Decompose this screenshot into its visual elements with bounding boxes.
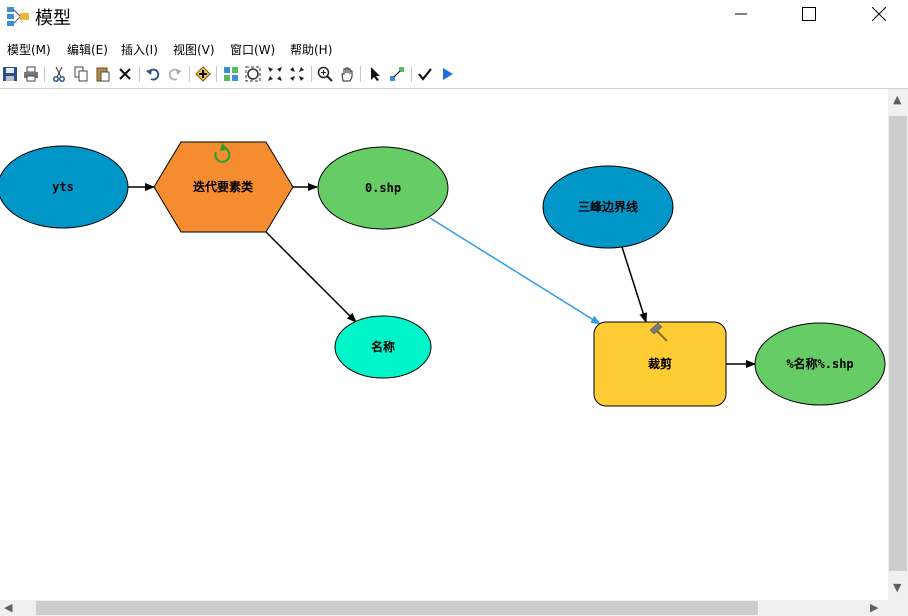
title-bar: 模型: [0, 0, 908, 34]
menu-help[interactable]: 帮助(H): [290, 41, 332, 58]
redo-button[interactable]: [166, 65, 184, 83]
node-name-value[interactable]: 名称: [334, 315, 432, 379]
minimize-icon: [735, 13, 747, 15]
run-icon: [443, 68, 453, 80]
print-button[interactable]: [22, 65, 40, 83]
maximize-button[interactable]: [786, 0, 832, 28]
cut-icon: [53, 66, 65, 82]
select-button[interactable]: [366, 65, 384, 83]
menu-bar: 模型(M) 编辑(E) 插入(I) 视图(V) 窗口(W) 帮助(H): [0, 38, 908, 60]
link-iterator-to-name[interactable]: [262, 228, 357, 323]
node-iterator-label: 迭代要素类: [193, 179, 254, 194]
horizontal-scroll-thumb[interactable]: [36, 601, 758, 615]
delete-icon: [119, 68, 131, 80]
menu-view[interactable]: 视图(V): [173, 41, 215, 58]
validate-button[interactable]: [416, 65, 434, 83]
auto-layout-icon: [224, 67, 238, 81]
zoom-in-icon: [317, 66, 333, 82]
node-output-shp[interactable]: 0.shp: [317, 146, 449, 230]
pan-button[interactable]: [338, 65, 356, 83]
node-yts[interactable]: yts: [0, 145, 129, 229]
full-extent-button[interactable]: [244, 65, 262, 83]
menu-edit[interactable]: 编辑(E): [67, 41, 108, 58]
toolbar: [0, 62, 908, 89]
node-output-shp-label: 0.shp: [365, 181, 401, 195]
close-icon: [872, 7, 886, 21]
scroll-up-icon[interactable]: ▲: [893, 93, 901, 106]
undo-button[interactable]: [144, 65, 162, 83]
node-name-label: 名称: [371, 339, 395, 354]
vertical-scroll-thumb[interactable]: [889, 116, 907, 571]
add-data-button[interactable]: [194, 65, 212, 83]
select-icon: [371, 67, 380, 81]
cut-button[interactable]: [50, 65, 68, 83]
node-clip-label: 裁剪: [648, 356, 672, 371]
scroll-down-icon[interactable]: ▼: [893, 581, 901, 594]
maximize-icon: [802, 7, 816, 21]
pan-icon: [341, 67, 353, 82]
undo-icon: [146, 68, 160, 81]
node-clip-output[interactable]: %名称%.shp: [754, 322, 886, 406]
connect-button[interactable]: [388, 65, 406, 83]
copy-button[interactable]: [72, 65, 90, 83]
run-button[interactable]: [438, 65, 456, 83]
node-boundary-label: 三峰边界线: [578, 199, 638, 214]
close-button[interactable]: [856, 0, 902, 28]
copy-icon: [74, 66, 88, 82]
node-iterator-feature-classes[interactable]: 迭代要素类: [153, 141, 294, 233]
redo-icon: [168, 68, 182, 81]
connect-icon: [390, 67, 404, 81]
menu-model[interactable]: 模型(M): [7, 41, 51, 58]
save-button[interactable]: [1, 65, 19, 83]
full-extent-icon: [245, 66, 261, 82]
menu-insert[interactable]: 插入(I): [121, 41, 158, 58]
link-boundary-to-clip[interactable]: [621, 246, 648, 323]
window-title: 模型: [35, 8, 71, 29]
auto-layout-button[interactable]: [222, 65, 240, 83]
minimize-button[interactable]: [718, 0, 764, 28]
print-icon: [24, 66, 38, 82]
scroll-left-icon[interactable]: ◀: [4, 601, 12, 614]
menu-window[interactable]: 窗口(W): [230, 41, 275, 58]
zoom-in-fixed-icon: [268, 67, 282, 81]
model-canvas[interactable]: yts 迭代要素类 0.shp 三峰边界线 名称 裁剪 %名称%.shp: [0, 89, 888, 600]
node-yts-label: yts: [52, 180, 74, 194]
horizontal-scrollbar[interactable]: ◀ ▶: [0, 600, 888, 616]
vertical-scrollbar[interactable]: ▲ ▼: [888, 89, 908, 600]
model-diagram: yts 迭代要素类 0.shp 三峰边界线 名称 裁剪 %名称%.shp: [0, 141, 886, 407]
add-data-icon: [195, 66, 211, 82]
save-icon: [3, 67, 17, 81]
zoom-in-fixed-button[interactable]: [266, 65, 284, 83]
scrollbar-corner: [888, 600, 908, 616]
scroll-right-icon[interactable]: ▶: [870, 601, 878, 614]
delete-button[interactable]: [116, 65, 134, 83]
paste-icon: [96, 67, 110, 82]
zoom-out-fixed-icon: [290, 67, 304, 81]
zoom-in-button[interactable]: [316, 65, 334, 83]
validate-icon: [418, 68, 432, 81]
node-clip-tool[interactable]: 裁剪: [593, 321, 727, 407]
zoom-out-fixed-button[interactable]: [288, 65, 306, 83]
node-clip-output-label: %名称%.shp: [786, 356, 853, 371]
node-boundary[interactable]: 三峰边界线: [542, 165, 674, 249]
model-app-icon: [7, 7, 29, 26]
paste-button[interactable]: [94, 65, 112, 83]
